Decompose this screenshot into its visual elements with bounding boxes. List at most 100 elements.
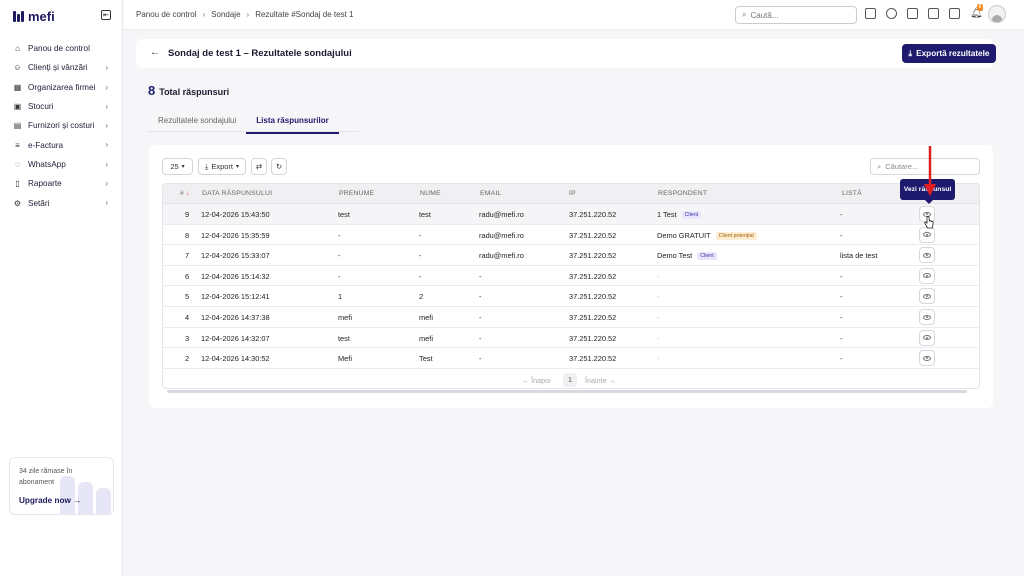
- view-response-button[interactable]: [919, 350, 935, 367]
- table-row[interactable]: 7 12-04-2026 15:33:07 - - radu@mefi.ro 37.251…: [163, 245, 979, 266]
- page-size-select[interactable]: 25 ▾: [162, 158, 193, 175]
- cell-respondent: -: [657, 271, 660, 281]
- topbar: Panou de control › Sondaje › Rezultate #…: [124, 0, 1024, 30]
- cell-last-name: mefi: [419, 333, 433, 343]
- cell-last-name: mefi: [419, 313, 433, 322]
- table-row[interactable]: 8 12-04-2026 15:35:59 - - radu@mefi.ro 37.251…: [163, 225, 979, 246]
- cell-date: 12-04-2026 14:30:52: [201, 354, 270, 364]
- sidebar-item-1[interactable]: ☺ Clienți și vânzări ›: [8, 58, 116, 77]
- table-row[interactable]: 3 12-04-2026 14:32:07 test mefi - 37.251.220.…: [163, 328, 979, 349]
- sidebar-item-7[interactable]: ▯ Rapoarte ›: [8, 174, 116, 193]
- table-row[interactable]: 9 12-04-2026 15:43:50 test test radu@mefi.ro…: [163, 204, 979, 225]
- tab-responses-list[interactable]: Lista răspunsurilor: [246, 112, 339, 134]
- search-icon: ⌕: [877, 161, 882, 171]
- timer-icon[interactable]: [886, 8, 897, 19]
- cell-ip: 37.251.220.52: [569, 271, 617, 281]
- view-response-button[interactable]: [919, 309, 935, 325]
- cell-list: lista de test: [840, 251, 878, 261]
- notifications-bell-icon[interactable]: 🔔︎ 8: [970, 4, 983, 19]
- cell-last-name: 2: [419, 292, 424, 302]
- cell-list: -: [840, 292, 843, 302]
- sidebar-item-4[interactable]: ▤ Furnizori și costuri ›: [8, 116, 116, 135]
- clipboard-icon: ▯: [15, 179, 20, 189]
- whatsapp-icon: ◌: [15, 159, 20, 169]
- table-row[interactable]: 2 12-04-2026 14:30:52 Mefi Test - 37.251.220.…: [163, 348, 979, 369]
- cell-email: -: [479, 292, 482, 302]
- sidebar-item-8[interactable]: ⚙ Setări ›: [8, 193, 116, 212]
- pagination-page[interactable]: 1: [563, 373, 577, 387]
- cell-ip: 37.251.220.52: [569, 354, 617, 364]
- chevron-down-icon: ▾: [236, 164, 240, 170]
- total-count: 8: [148, 83, 156, 98]
- cell-list: -: [840, 354, 843, 364]
- sidebar-item-6[interactable]: ◌ WhatsApp ›: [8, 155, 116, 174]
- annotation-arrow-icon: [924, 146, 936, 196]
- chevron-right-icon: ›: [105, 101, 108, 111]
- chat-icon[interactable]: [949, 8, 960, 19]
- breadcrumb-item[interactable]: Sondaje: [211, 10, 240, 19]
- cell-email: -: [479, 333, 482, 343]
- avatar[interactable]: [988, 5, 1006, 23]
- cell-date: 12-04-2026 15:14:32: [201, 271, 270, 281]
- export-results-button[interactable]: ⤓ Exportă rezultatele: [902, 44, 996, 63]
- swap-columns-icon[interactable]: ⇄: [251, 158, 267, 175]
- view-response-button[interactable]: [919, 288, 935, 305]
- wallet-icon: ▤: [13, 121, 22, 131]
- export-dropdown-button[interactable]: ⤓ Export ▾: [198, 158, 246, 175]
- export-results-label: Exportă rezultatele: [916, 49, 990, 58]
- efactura-icon: ≡: [15, 140, 20, 150]
- add-icon[interactable]: [865, 8, 876, 19]
- cell-last-name: test: [419, 210, 431, 219]
- tasks-icon[interactable]: [928, 8, 939, 19]
- tab-survey-results[interactable]: Rezultatele sondajului: [148, 112, 246, 134]
- sidebar-item-0[interactable]: ⌂ Panou de control: [8, 39, 116, 58]
- cell-ip: 37.251.220.52: [569, 292, 617, 302]
- table-row[interactable]: 4 12-04-2026 14:37:38 mefi mefi - 37.251.220.…: [163, 307, 979, 328]
- column-header-list[interactable]: LISTĂ: [842, 190, 862, 197]
- cell-ip: 37.251.220.52: [569, 230, 617, 240]
- column-header-respondent[interactable]: RESPONDENT: [658, 190, 707, 197]
- sidebar-item-5[interactable]: ≡ e-Factura ›: [8, 135, 116, 154]
- view-response-button[interactable]: [919, 267, 935, 284]
- chevron-right-icon: ›: [105, 63, 108, 73]
- table-row[interactable]: 5 12-04-2026 15:12:41 1 2 - 37.251.220.52 - -: [163, 286, 979, 307]
- sidebar-item-label: Rapoarte: [28, 179, 62, 189]
- column-header-last-name[interactable]: NUME: [420, 190, 441, 197]
- cell-last-name: -: [419, 251, 422, 261]
- breadcrumb-item[interactable]: Panou de control: [136, 10, 197, 19]
- horizontal-scrollbar[interactable]: [167, 390, 967, 393]
- building-icon: ▦: [13, 82, 22, 92]
- collapse-sidebar-icon[interactable]: ⇤: [101, 10, 111, 20]
- view-response-button[interactable]: [919, 329, 935, 346]
- sidebar-item-2[interactable]: ▦ Organizarea firmei ›: [8, 78, 116, 97]
- sidebar-item-3[interactable]: ▣ Stocuri ›: [8, 97, 116, 116]
- upgrade-now-link[interactable]: Upgrade now →: [19, 496, 81, 505]
- refresh-icon[interactable]: ↻: [271, 158, 287, 175]
- cell-id: 4: [185, 313, 190, 322]
- search-placeholder: Caută...: [750, 10, 779, 20]
- download-icon: ⤓: [908, 48, 913, 58]
- logo[interactable]: mefi: [13, 9, 55, 24]
- cell-last-name: -: [419, 271, 422, 281]
- column-header-date[interactable]: DATA RĂSPUNSULUI: [202, 190, 272, 197]
- column-header-email[interactable]: EMAIL: [480, 190, 501, 197]
- pagination-prev[interactable]: ← Înapoi: [522, 376, 551, 385]
- cell-first-name: -: [338, 230, 341, 240]
- column-header-first-name[interactable]: PRENUME: [339, 190, 374, 197]
- sidebar: mefi ⇤ ⌂ Panou de control ☺ Clienți și vânz…: [0, 0, 123, 576]
- users-icon: ☺: [13, 63, 22, 73]
- column-header-id[interactable]: # ↓: [180, 190, 190, 197]
- view-response-button[interactable]: [919, 247, 935, 264]
- chevron-right-icon: ›: [105, 198, 108, 208]
- cell-id: 9: [185, 210, 190, 219]
- pagination-next[interactable]: Înainte →: [585, 376, 616, 385]
- page-title: Sondaj de test 1 – Rezultatele sondajulu…: [168, 48, 352, 59]
- upgrade-card[interactable]: 34 zile rămase în abonament Upgrade now …: [9, 457, 114, 515]
- column-header-ip[interactable]: IP: [569, 190, 576, 197]
- table-row[interactable]: 6 12-04-2026 15:14:32 - - - 37.251.220.52 - -: [163, 266, 979, 287]
- calendar-icon[interactable]: [907, 8, 918, 19]
- back-arrow-icon[interactable]: ←: [150, 47, 160, 58]
- cell-email: radu@mefi.ro: [479, 230, 524, 240]
- cell-last-name: -: [419, 230, 422, 240]
- global-search-input[interactable]: ⌕ Caută...: [735, 6, 857, 24]
